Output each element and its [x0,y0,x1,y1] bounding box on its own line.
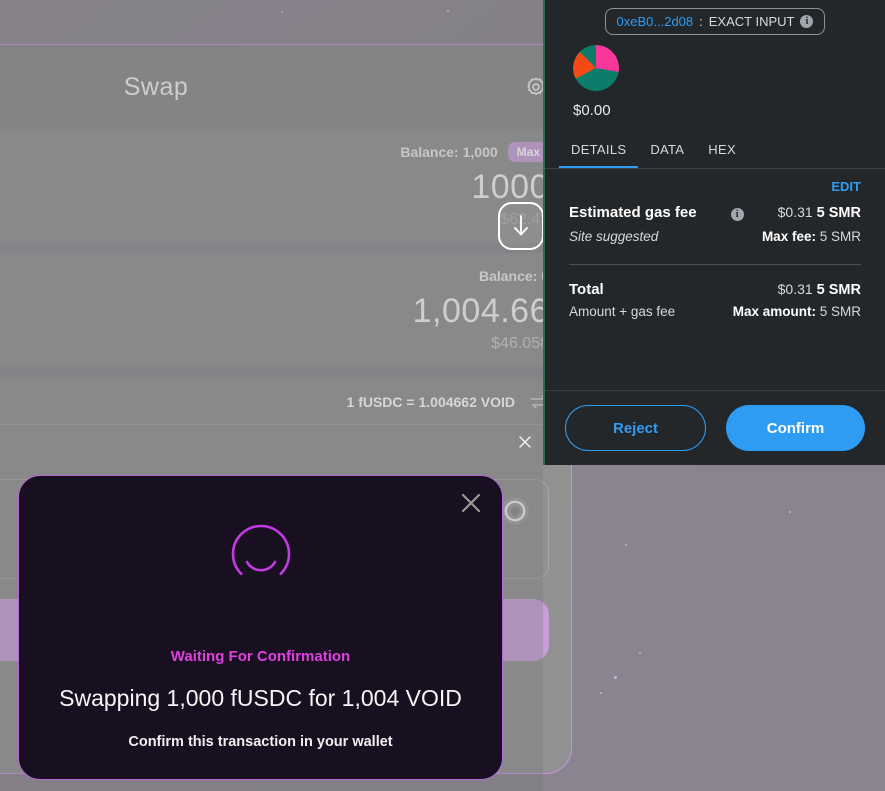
waiting-subtext: Confirm this transaction in your wallet [128,734,393,750]
background-star [614,676,617,679]
pie-chart-icon [573,45,619,91]
background-star [789,511,791,513]
background-star [281,11,283,13]
waiting-confirmation-modal: Waiting For Confirmation Swapping 1,000 … [18,475,503,780]
close-icon[interactable] [518,435,532,449]
swap-card-header: Swap [0,45,571,129]
gas-fee-native: 5 SMR [816,205,861,221]
max-fee-value: 5 SMR [819,228,861,244]
gas-fee-row: Estimated gas fee i $0.31 5 SMR [569,204,861,223]
loading-spinner-icon [231,524,290,576]
gas-fee-sub-row: Site suggested Max fee: 5 SMR [569,229,861,244]
from-sub-row: Faucet USD Coin $62.45 [0,211,549,229]
info-icon[interactable]: i [730,208,744,221]
tab-data[interactable]: DATA [638,131,696,168]
tab-hex[interactable]: HEX [696,131,748,168]
info-icon[interactable]: i [800,15,814,28]
origin-method: EXACT INPUT [708,14,795,29]
origin-pill[interactable]: 0xeB0...2d08 : EXACT INPUT i [604,8,826,35]
metamask-footer: Reject Confirm [545,390,885,465]
to-balance-row: Balance: 0 [0,265,549,287]
waiting-headline: Swapping 1,000 fUSDC for 1,004 VOID [59,685,462,711]
from-amount-input[interactable]: 1000 [471,168,549,207]
from-balance-label: Balance: 1,000 [400,144,498,160]
reject-button[interactable]: Reject [565,405,706,451]
total-label: Total [569,280,604,298]
max-amount-label: Max amount: [732,303,816,319]
from-balance-row: Balance: 1,000 Max [0,141,549,163]
gas-fee-fiat: $0.31 [777,204,813,220]
max-fee: Max fee: 5 SMR [762,229,861,244]
total-native: 5 SMR [816,281,861,298]
metamask-origin-wrap: 0xeB0...2d08 : EXACT INPUT i [545,0,885,35]
swap-direction-button[interactable] [498,202,544,250]
waiting-status-text: Waiting For Confirmation [170,648,351,665]
panel-divider-2 [0,367,571,379]
route-row: Order Routing [0,425,571,473]
total-description: Amount + gas fee [569,303,676,319]
close-icon[interactable] [458,490,484,516]
metamask-notification-panel: 0xeB0...2d08 : EXACT INPUT i $0.00 DETAI… [543,0,885,465]
metamask-details-body: EDIT Estimated gas fee i $0.31 5 SMR Site… [545,169,885,390]
rate-value: 1 fUSDC = 1.004662 VOID [346,393,515,410]
details-divider [569,263,861,265]
app-root: Swap Balance: 1,000 Max $ fUSDC [0,0,885,791]
total-row: Total $0.31 5 SMR [569,281,861,298]
background-star [639,652,641,654]
page-title: Swap [123,72,189,101]
panel-divider [0,243,571,253]
rate-row: Rate 1 fUSDC = 1.004662 VOID [0,379,571,425]
to-amount-input[interactable]: 1,004.66 [413,292,549,331]
edit-gas-button[interactable]: EDIT [569,179,861,194]
swap-from-panel: Balance: 1,000 Max $ fUSDC 1000 [0,129,571,243]
to-main-row: VOID 1,004.66 [0,291,549,331]
confirm-button[interactable]: Confirm [726,405,865,451]
asset-amount: $0.00 [573,102,611,119]
to-usd-value: $46.058 [491,335,549,352]
gas-fee-source: Site suggested [569,228,659,244]
background-star [447,10,449,12]
tab-details[interactable]: DETAILS [559,131,639,168]
max-amount-value: 5 SMR [819,303,861,319]
gas-fee-amount: $0.31 5 SMR [778,204,861,221]
total-sub-row: Amount + gas fee Max amount: 5 SMR [569,304,861,319]
void-coin-icon [501,497,529,525]
swap-to-panel: Balance: 0 VOID 1,004.66 TangleS [0,253,571,367]
from-main-row: $ fUSDC 1000 [0,167,549,207]
to-sub-row: TangleSwap $46.058 [0,335,549,353]
arrow-down-icon [514,215,528,236]
background-star [600,692,602,694]
metamask-tabs: DETAILS DATA HEX [545,131,885,169]
asset-summary: $0.00 [545,35,885,131]
origin-separator: : [699,14,703,29]
origin-address: 0xeB0...2d08 [616,14,694,29]
total-fiat: $0.31 [777,280,813,297]
background-star [625,544,627,546]
total-amount: $0.31 5 SMR [778,281,861,298]
max-fee-label: Max fee: [761,228,816,244]
max-amount: Max amount: 5 SMR [733,304,861,319]
to-balance-label: Balance: 0 [478,268,549,284]
gas-fee-label: Estimated gas fee [569,204,697,221]
